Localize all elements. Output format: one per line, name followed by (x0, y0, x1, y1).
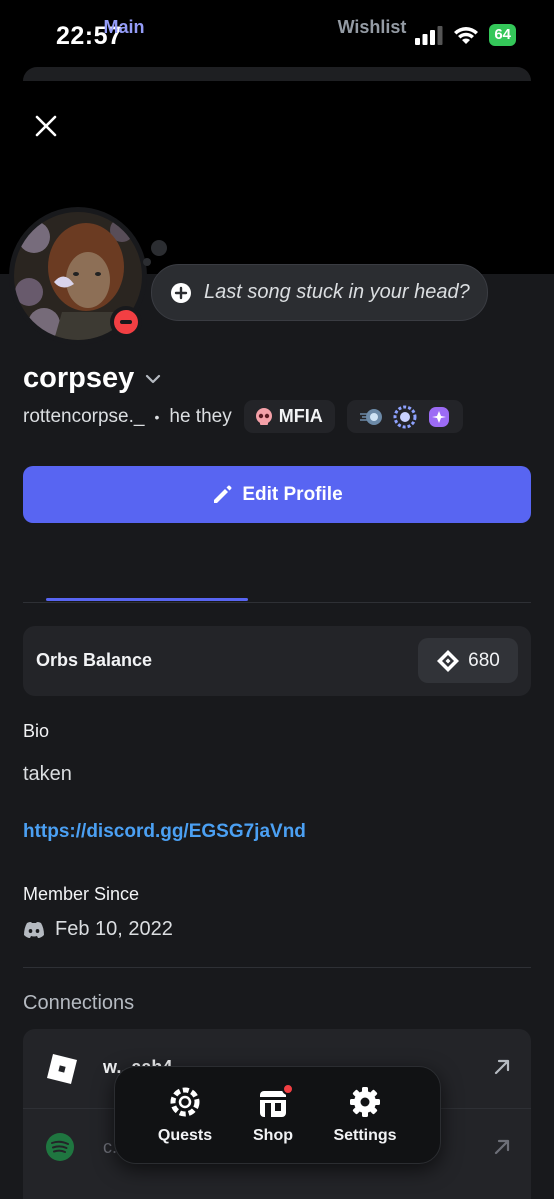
bio-heading: Bio (23, 721, 50, 741)
nav-quests-label: Quests (157, 1127, 213, 1144)
guild-tag-label: MFIA (278, 406, 323, 426)
external-link-icon (494, 1059, 510, 1075)
edit-profile-button[interactable]: Edit Profile (23, 466, 531, 523)
bottom-nav: Quests Shop Settings (114, 1066, 441, 1164)
roblox-icon (47, 1054, 77, 1084)
display-name-row[interactable]: corpsey (23, 362, 162, 395)
nav-quests[interactable]: Quests (140, 1085, 230, 1145)
username-line: rottencorpse._ • he they MFIA (23, 400, 463, 433)
orbs-balance-card[interactable]: Orbs Balance 680 (23, 626, 531, 696)
skull-icon (255, 407, 272, 425)
nav-shop[interactable]: Shop (228, 1083, 318, 1145)
add-circle-icon (171, 282, 191, 303)
spotify-icon (46, 1133, 74, 1161)
member-since-date: Feb 10, 2022 (55, 918, 173, 940)
battery-indicator: 64 (489, 24, 516, 46)
custom-status-bubble[interactable]: Last song stuck in your head? (151, 264, 488, 321)
badges[interactable] (346, 400, 463, 433)
pronouns: he they (169, 405, 232, 427)
tab-bar (23, 548, 531, 603)
close-button[interactable] (30, 110, 62, 142)
bio-text: taken (23, 763, 72, 785)
nav-shop-label: Shop (253, 1127, 293, 1144)
orbs-balance-value: 680 (468, 649, 500, 671)
nav-settings[interactable]: Settings (320, 1085, 410, 1145)
pencil-icon (214, 485, 232, 503)
thought-bubble-dot (151, 240, 167, 256)
dnd-status-indicator (110, 306, 142, 338)
guild-tag[interactable]: MFIA (243, 400, 335, 433)
external-link-icon (494, 1139, 510, 1155)
thought-bubble-dot (143, 258, 151, 266)
edit-profile-label: Edit Profile (242, 483, 343, 505)
discord-logo-icon (24, 921, 44, 938)
quest-badge-icon[interactable] (427, 405, 451, 429)
display-name: corpsey (23, 362, 135, 394)
connections-heading: Connections (23, 992, 135, 1014)
section-divider (23, 967, 531, 968)
member-since-heading: Member Since (23, 884, 140, 904)
orbs-balance-label: Orbs Balance (36, 650, 153, 670)
speed-badge-icon[interactable] (359, 407, 383, 427)
sheet-handle (23, 67, 531, 81)
laurel-badge-icon[interactable] (393, 405, 417, 429)
quests-icon (170, 1087, 200, 1117)
bio-invite-link[interactable]: https://discord.gg/EGSG7jaVnd (23, 821, 306, 843)
close-icon (35, 115, 57, 137)
dnd-icon (114, 310, 138, 334)
tab-main[interactable]: Main (23, 0, 225, 55)
active-tab-indicator (46, 598, 248, 601)
orbs-balance-pill[interactable]: 680 (418, 638, 518, 683)
shop-notification-badge (282, 1083, 294, 1095)
custom-status-placeholder: Last song stuck in your head? (204, 281, 470, 303)
separator: • (154, 408, 160, 425)
gear-icon (350, 1087, 380, 1117)
nav-settings-label: Settings (333, 1127, 397, 1144)
member-since-row: Feb 10, 2022 (23, 918, 173, 941)
chevron-down-icon (146, 374, 161, 383)
orb-icon (437, 649, 460, 672)
tab-wishlist[interactable]: Wishlist (272, 0, 472, 55)
username: rottencorpse._ (23, 405, 145, 427)
